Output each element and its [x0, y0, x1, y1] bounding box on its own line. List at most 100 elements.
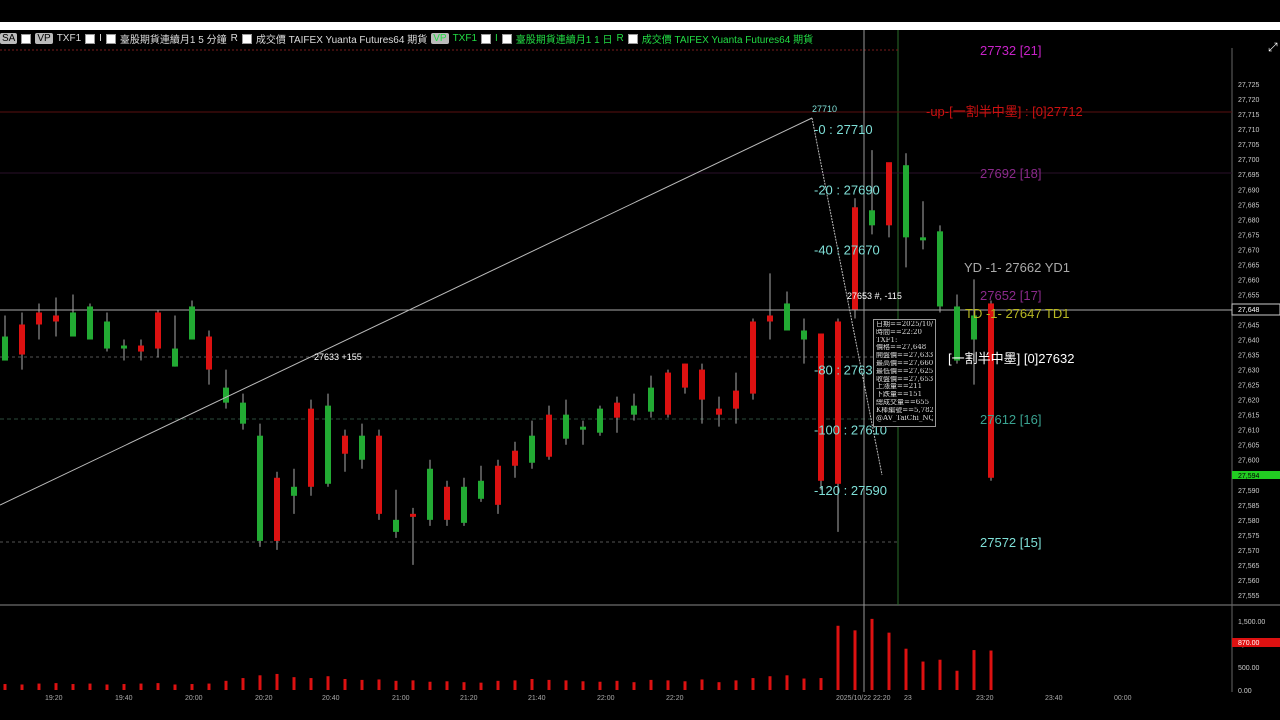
tooltip-line: 開盤價==27,633 — [876, 352, 933, 360]
candle-body — [274, 477, 280, 541]
y-tick-label: 27,615 — [1238, 413, 1260, 420]
level-label: 27652 [17] — [980, 288, 1041, 303]
volume-bar — [802, 678, 806, 690]
candle-body — [104, 321, 110, 349]
candle-body — [886, 162, 892, 226]
volume-bar — [462, 682, 466, 690]
volume-bar — [37, 683, 41, 690]
tooltip-line: 最低價==27,625 — [876, 367, 933, 375]
volume-bar — [598, 681, 602, 690]
y-tick-label: 27,695 — [1238, 172, 1260, 179]
candle-body — [733, 390, 739, 409]
volume-bar — [394, 680, 398, 690]
x-tick-label: 23 — [904, 695, 912, 702]
candle-body — [648, 387, 654, 412]
volume-bar — [836, 625, 840, 690]
candle-body — [699, 369, 705, 400]
volume-bar — [955, 670, 959, 690]
candle-body — [308, 408, 314, 487]
y-tick-label: 27,560 — [1238, 578, 1260, 585]
x-tick-label: 23:20 — [976, 695, 994, 702]
candle-body — [682, 363, 688, 388]
candle-body — [614, 402, 620, 418]
candle-body — [376, 435, 382, 514]
candle-body — [835, 321, 841, 484]
volume-bar — [411, 680, 415, 690]
candle-body — [70, 312, 76, 337]
level-label: TD -1- 27647 TD1 — [965, 306, 1070, 321]
tooltip-line: 時間==22:20 — [876, 328, 922, 336]
candle-body — [291, 486, 297, 496]
candle-body — [53, 315, 59, 322]
candle-body — [206, 336, 212, 370]
y-tick-label: 27,610 — [1238, 428, 1260, 435]
candle-body — [189, 306, 195, 340]
candlestick-chart[interactable]: -0 : 27710 -20 : 27690 -40 : 27670 -80 : 27… — [0, 0, 1280, 720]
volume-bar — [717, 682, 721, 690]
y-tick-label: 27,675 — [1238, 232, 1260, 239]
volume-bar — [564, 680, 568, 690]
volume-bar — [241, 678, 245, 690]
candle-body — [546, 414, 552, 457]
tooltip-line: 日期==2025/10/22 — [876, 321, 933, 328]
volume-bar — [326, 676, 330, 690]
volume-bar — [819, 678, 823, 690]
level-label: 27692 [18] — [980, 166, 1041, 181]
annotation-label: 27653 #, -115 — [847, 291, 902, 301]
candle-body — [512, 450, 518, 466]
volume-bar — [700, 679, 704, 690]
candle-body — [257, 435, 263, 541]
candle-body — [716, 408, 722, 415]
y-tick-label: 27,725 — [1238, 82, 1260, 89]
candle-body — [665, 372, 671, 415]
tooltip-line: 下跌量==151 — [876, 391, 923, 399]
price-marker-green-label: 27,594 — [1238, 473, 1260, 480]
y-tick-label: 27,720 — [1238, 97, 1260, 104]
candle-body — [155, 312, 161, 349]
x-tick-label: 21:00 — [392, 695, 410, 702]
level-label: 27612 [16] — [980, 412, 1041, 427]
volume-bar — [581, 681, 585, 690]
volume-bar — [785, 675, 789, 690]
volume-bar — [3, 684, 7, 690]
candle-body — [767, 315, 773, 322]
y-tick-label: 27,555 — [1238, 593, 1260, 600]
x-tick-label: 20:00 — [185, 695, 203, 702]
volume-bar — [853, 630, 857, 690]
y-tick-label: 27,625 — [1238, 383, 1260, 390]
tooltip-line: 價格==27,648 — [876, 344, 927, 352]
candle-body — [393, 519, 399, 532]
volume-bar — [513, 680, 517, 690]
volume-bar — [122, 684, 126, 690]
candle-body — [172, 348, 178, 367]
expand-icon[interactable]: ⤢ — [1268, 40, 1278, 55]
candle-body — [529, 435, 535, 463]
tooltip-line: 上漲量==211 — [876, 383, 923, 391]
volume-bar — [479, 682, 483, 690]
y-tick-label: 27,580 — [1238, 518, 1260, 525]
volume-bar — [649, 679, 653, 690]
volume-bar — [938, 659, 942, 690]
volume-bar — [751, 678, 755, 690]
level-label: -up-[一割半中墨] : [0]27712 — [926, 104, 1083, 119]
volume-bar — [20, 684, 24, 690]
volume-bar — [445, 681, 449, 690]
y-tick-label: 27,700 — [1238, 157, 1260, 164]
candle-body — [240, 402, 246, 424]
y-tick-label: 27,705 — [1238, 142, 1260, 149]
tooltip-line: 收盤價==27,653 — [876, 375, 933, 383]
volume-bar — [173, 684, 177, 690]
volume-bar — [139, 683, 143, 690]
volume-bar — [360, 679, 364, 690]
volume-tick-label: 0.00 — [1238, 688, 1252, 695]
y-tick-label: 27,680 — [1238, 217, 1260, 224]
candle-body — [750, 321, 756, 394]
candle-body — [495, 465, 501, 505]
candle-body — [937, 231, 943, 307]
candle-body — [461, 486, 467, 523]
y-tick-label: 27,690 — [1238, 187, 1260, 194]
x-tick-label: 19:40 — [115, 695, 133, 702]
volume-bar — [275, 673, 279, 690]
fib-level-label: -20 : 27690 — [814, 182, 880, 197]
y-tick-label: 27,665 — [1238, 262, 1260, 269]
